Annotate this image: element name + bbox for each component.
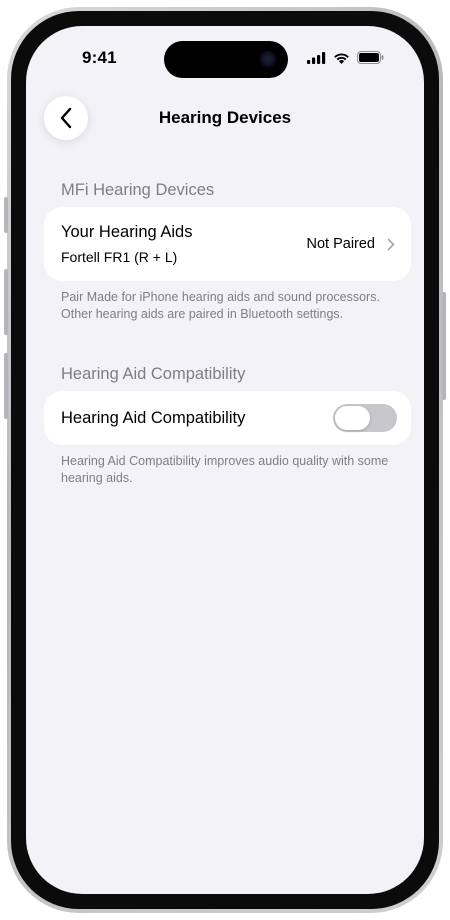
- hac-footnote: Hearing Aid Compatibility improves audio…: [61, 454, 389, 485]
- page-title: Hearing Devices: [158, 108, 292, 127]
- camera-icon: [260, 51, 276, 67]
- battery-icon: [357, 51, 384, 64]
- toggle-knob: [335, 406, 370, 430]
- mfi-footnote: Pair Made for iPhone hearing aids and so…: [61, 290, 380, 321]
- phone-bezel: 9:41 Hearing Devices MFi Hearing Devices…: [11, 11, 439, 909]
- section-header-mfi: MFi Hearing Devices: [61, 181, 215, 199]
- side-button: [442, 292, 446, 400]
- wifi-icon: [334, 52, 349, 64]
- volume-up-button: [4, 269, 8, 335]
- row-subtitle: Fortell FR1 (R + L): [61, 249, 178, 265]
- screen: 9:41 Hearing Devices MFi Hearing Devices…: [26, 26, 424, 894]
- hearing-aids-row[interactable]: Your Hearing Aids Fortell FR1 (R + L) No…: [44, 207, 411, 281]
- row-title: Your Hearing Aids: [61, 223, 193, 241]
- volume-down-button: [4, 353, 8, 419]
- action-button: [4, 197, 8, 233]
- hearing-aid-compatibility-row: Hearing Aid Compatibility: [44, 391, 411, 445]
- pairing-status: Not Paired: [306, 236, 375, 252]
- status-time: 9:41: [82, 48, 117, 67]
- status-icons: [307, 51, 384, 64]
- row-label: Hearing Aid Compatibility: [61, 409, 246, 427]
- section-header-hac: Hearing Aid Compatibility: [61, 365, 246, 383]
- cellular-signal-icon: [307, 51, 326, 64]
- chevron-right-icon: [387, 238, 395, 251]
- phone-frame: 9:41 Hearing Devices MFi Hearing Devices…: [4, 7, 446, 913]
- dynamic-island: [164, 41, 288, 78]
- hearing-aid-compatibility-toggle[interactable]: [333, 404, 397, 432]
